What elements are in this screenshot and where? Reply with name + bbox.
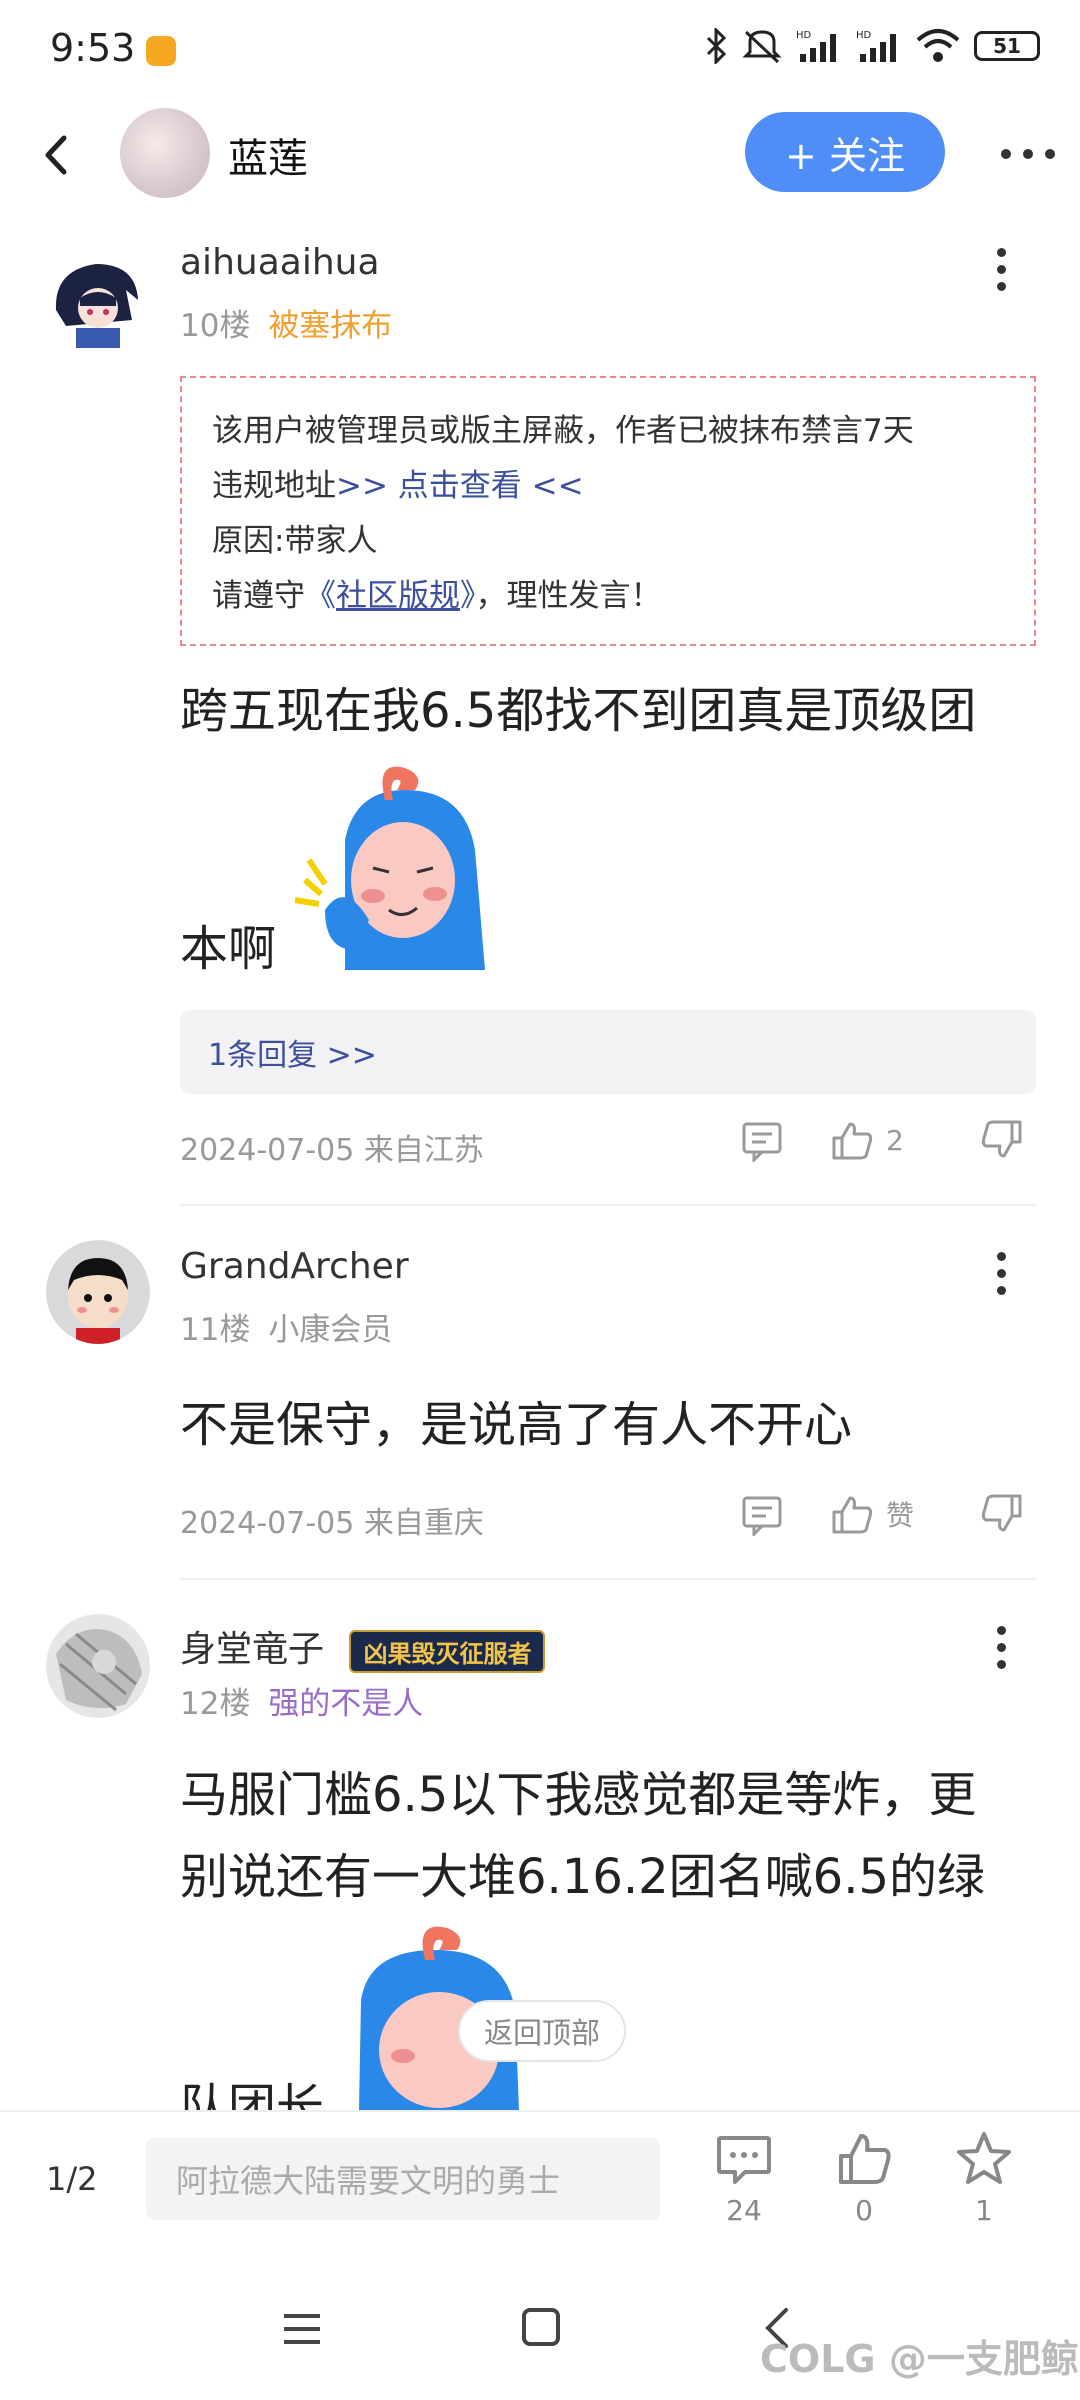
- comment-count: 24: [726, 2194, 762, 2227]
- post-content: 马服门槛6.5以下我感觉都是等炸，更: [180, 1767, 977, 1823]
- user-title-tag: 小康会员: [268, 1312, 393, 1348]
- post-menu-icon[interactable]: [990, 248, 1012, 294]
- thread-author-avatar[interactable]: [120, 108, 210, 198]
- thumbs-down-icon: [981, 1120, 1022, 1158]
- post-menu-icon[interactable]: [990, 1626, 1012, 1672]
- comment-button[interactable]: [740, 1492, 784, 1536]
- svg-text:HD: HD: [856, 30, 872, 41]
- post-date: 2024-07-05 来自江苏: [180, 1133, 484, 1168]
- community-rules-link[interactable]: 社区版规: [336, 578, 460, 614]
- back-to-top-button[interactable]: 返回顶部: [458, 2000, 626, 2062]
- username[interactable]: GrandArcher: [180, 1246, 409, 1287]
- like-button[interactable]: 赞: [830, 1492, 914, 1536]
- divider: [180, 1578, 1036, 1580]
- comment-icon: [742, 1122, 782, 1162]
- divider: [180, 1204, 1036, 1206]
- wifi-icon: [916, 29, 960, 62]
- notice-line: 该用户被管理员或版主屏蔽，作者已被抹布禁言7天: [212, 413, 914, 449]
- signal-hd-icon: HD: [796, 30, 836, 62]
- system-nav-bar: COLG @一支肥鲸: [0, 2250, 1080, 2400]
- notice-line: 请遵守《社区版规》，理性发言！: [212, 578, 662, 614]
- menu-icon[interactable]: [282, 2312, 322, 2346]
- page-indicator[interactable]: 1/2: [46, 2160, 98, 2198]
- bluetooth-icon: [706, 28, 727, 64]
- follow-button[interactable]: + 关注: [745, 112, 945, 192]
- comment-icon: [742, 1496, 782, 1536]
- username[interactable]: 身堂竜子 凶果毁灭征服者: [180, 1620, 546, 1673]
- username[interactable]: aihuaaihua: [180, 242, 380, 283]
- bottom-action-bar: 1/2 阿拉德大陆需要文明的勇士 24 0 1: [0, 2110, 1080, 2250]
- post-content: 跨五现在我6.5都找不到团真是顶级团: [180, 683, 977, 739]
- status-icons: HD HD 51: [704, 28, 1040, 64]
- thumbs-up-icon: [839, 2134, 891, 2184]
- thumbs-up-icon: [832, 1122, 873, 1160]
- like-label: 赞: [886, 1499, 915, 1532]
- reply-input[interactable]: 阿拉德大陆需要文明的勇士: [146, 2138, 660, 2220]
- thumbs-up-icon: [832, 1496, 873, 1534]
- floor-number: 11楼: [180, 1312, 251, 1348]
- header: 蓝莲 + 关注: [0, 100, 1080, 210]
- thread-author-name[interactable]: 蓝莲: [228, 126, 308, 184]
- svg-text:HD: HD: [796, 30, 812, 41]
- user-title-tag: 被塞抹布: [268, 308, 393, 344]
- mute-icon: [742, 30, 782, 64]
- like-count: 2: [886, 1123, 904, 1157]
- post-content: 不是保守，是说高了有人不开心: [180, 1397, 853, 1453]
- dislike-button[interactable]: [980, 1492, 1024, 1536]
- post-menu-icon[interactable]: [990, 1252, 1012, 1298]
- like-thread-button[interactable]: 0: [824, 2130, 904, 2227]
- star-icon: [957, 2132, 1011, 2184]
- more-options-icon[interactable]: [1000, 148, 1056, 160]
- violation-link[interactable]: >> 点击查看 <<: [336, 468, 584, 504]
- favorite-count: 1: [975, 2194, 993, 2227]
- status-bar: 9:53 HD HD 51: [0, 0, 1080, 100]
- like-button[interactable]: 2: [830, 1118, 904, 1162]
- achievement-badge: 凶果毁灭征服者: [349, 1629, 546, 1673]
- comment-icon: [717, 2136, 771, 2184]
- post-content: 别说还有一大堆6.16.2团名喊6.5的绿: [180, 1849, 986, 1905]
- back-arrow-icon[interactable]: [36, 130, 76, 180]
- comment-button[interactable]: [740, 1118, 784, 1162]
- dislike-button[interactable]: [980, 1118, 1024, 1162]
- like-count: 0: [855, 2194, 873, 2227]
- post-content: 队团长: [180, 2079, 325, 2110]
- post-date: 2024-07-05 来自重庆: [180, 1506, 484, 1541]
- favorite-button[interactable]: 1: [944, 2130, 1024, 2227]
- floor-meta: 11楼 小康会员: [180, 1304, 392, 1349]
- avatar[interactable]: [46, 250, 150, 354]
- notice-line: 原因:带家人: [212, 523, 378, 559]
- signal-hd-icon: HD: [856, 30, 896, 62]
- floor-meta: 10楼 被塞抹布: [180, 300, 392, 345]
- sticker-image: [294, 766, 485, 970]
- home-icon[interactable]: [522, 2308, 560, 2346]
- comments-button[interactable]: 24: [704, 2130, 784, 2227]
- avatar[interactable]: [46, 1240, 150, 1344]
- replies-link[interactable]: 1条回复 >>: [180, 1010, 1036, 1094]
- app-notification-icon: [146, 36, 176, 66]
- thumbs-down-icon: [981, 1494, 1022, 1532]
- floor-meta: 12楼 强的不是人: [180, 1678, 423, 1723]
- moderation-notice: 该用户被管理员或版主屏蔽，作者已被抹布禁言7天 违规地址>> 点击查看 << 原…: [180, 376, 1036, 646]
- battery-indicator: 51: [974, 31, 1040, 61]
- floor-number: 12楼: [180, 1686, 251, 1722]
- avatar[interactable]: [46, 1614, 150, 1718]
- notice-line: 违规地址>> 点击查看 <<: [212, 468, 584, 504]
- user-title-tag: 强的不是人: [268, 1686, 424, 1722]
- status-time: 9:53: [50, 26, 136, 70]
- watermark: COLG @一支肥鲸: [760, 2337, 1079, 2381]
- floor-number: 10楼: [180, 308, 251, 344]
